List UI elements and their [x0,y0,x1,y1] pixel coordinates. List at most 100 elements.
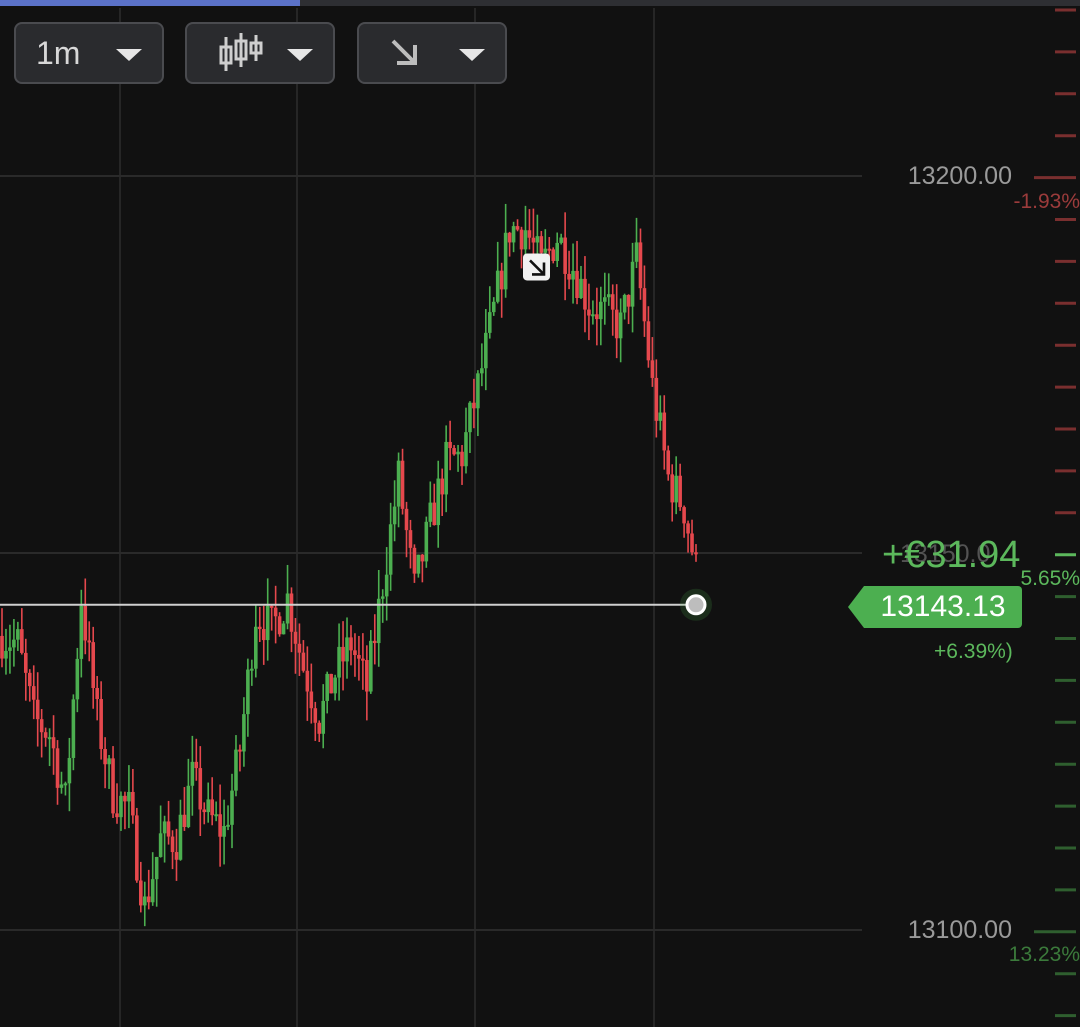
candle-79 [313,701,318,741]
candle-98 [388,502,393,591]
candle-body [162,821,167,834]
trend-marker [523,253,550,281]
candle-body [464,432,468,467]
candle-body [694,552,698,555]
candle-7 [27,669,32,702]
candle-body [543,248,548,253]
candle-body [23,652,28,673]
candle-3 [12,619,16,667]
candle-body [658,412,663,421]
candle-body [678,475,682,508]
candle-body [123,795,127,802]
candle-body [602,297,607,302]
price-level-upper: 13200.00 [907,162,1012,190]
candle-124 [491,297,496,316]
current-price-dot [685,594,707,616]
candle-body [507,232,512,243]
candle-73 [289,587,294,653]
candle-89 [353,633,357,677]
candle-48 [190,735,195,816]
candle-21 [83,578,88,655]
candle-body [154,856,159,880]
candle-130 [515,219,520,232]
candle-92 [365,645,369,721]
chevron-down-icon [116,49,142,61]
candle-143 [567,250,571,290]
candle-body [35,699,40,720]
candle-93 [369,630,373,694]
candle-136 [539,230,544,255]
candle-body [559,237,563,243]
candle-107 [424,516,429,568]
candle-body [95,687,99,699]
interval-dropdown[interactable]: 1m [14,22,164,84]
trend-dropdown[interactable] [357,22,507,84]
candle-145 [575,240,579,305]
candle-58 [230,773,234,849]
candle-167 [662,395,667,470]
candle-70 [277,612,282,637]
candle-body [384,574,389,597]
candle-body [626,294,631,307]
candle-body [242,714,246,752]
candle-157 [622,293,627,320]
candle-body [682,507,686,524]
candle-body [107,758,111,765]
candle-body [591,314,595,317]
candle-61 [242,697,246,767]
candle-12 [47,728,52,767]
candle-body [408,530,413,548]
candle-body [345,637,349,662]
candle-body [202,809,207,813]
candle-body [614,309,619,339]
candle-body [4,650,8,659]
candle-body [91,642,96,688]
candle-body [361,658,365,661]
candle-body [55,748,60,788]
candle-body [416,554,421,574]
candle-body [646,321,651,361]
candle-24 [95,676,99,721]
chart-type-dropdown[interactable] [185,22,335,84]
candle-87 [345,617,349,679]
candle-108 [428,481,433,528]
candlestick-series [0,203,698,927]
candle-122 [484,309,488,391]
candle-105 [416,554,421,578]
candle-6 [23,638,28,701]
candle-body [273,607,278,617]
candle-102 [404,501,409,558]
candle-body [234,749,238,791]
candle-body [131,791,135,816]
candle-161 [638,228,643,300]
candle-body [150,879,155,903]
candle-body [325,673,329,701]
candle-body [293,631,298,644]
candle-56 [222,799,226,865]
candle-body [622,294,627,313]
candle-14 [55,740,60,805]
candle-109 [432,483,437,526]
candle-170 [674,456,678,515]
candle-body [353,650,357,656]
candle-22 [87,621,92,662]
candle-88 [349,625,353,666]
candle-171 [678,463,682,511]
price-chart[interactable] [0,0,1080,1027]
current-price-tag[interactable]: 13143.13 [848,586,1022,628]
candle-body [388,524,393,575]
candle-160 [634,217,639,269]
candle-121 [480,343,484,387]
price-level-lower: 13100.00 [907,916,1012,944]
candle-body [254,626,258,669]
candle-body [392,506,397,525]
candle-body [289,593,294,632]
candle-26 [103,737,107,789]
candle-body [333,677,337,694]
candle-body [567,273,571,280]
candle-17 [67,737,72,812]
percent-label-middle: 5.65% [1020,567,1080,590]
candle-4 [16,621,20,651]
candle-154 [610,284,615,336]
candle-72 [285,564,290,630]
